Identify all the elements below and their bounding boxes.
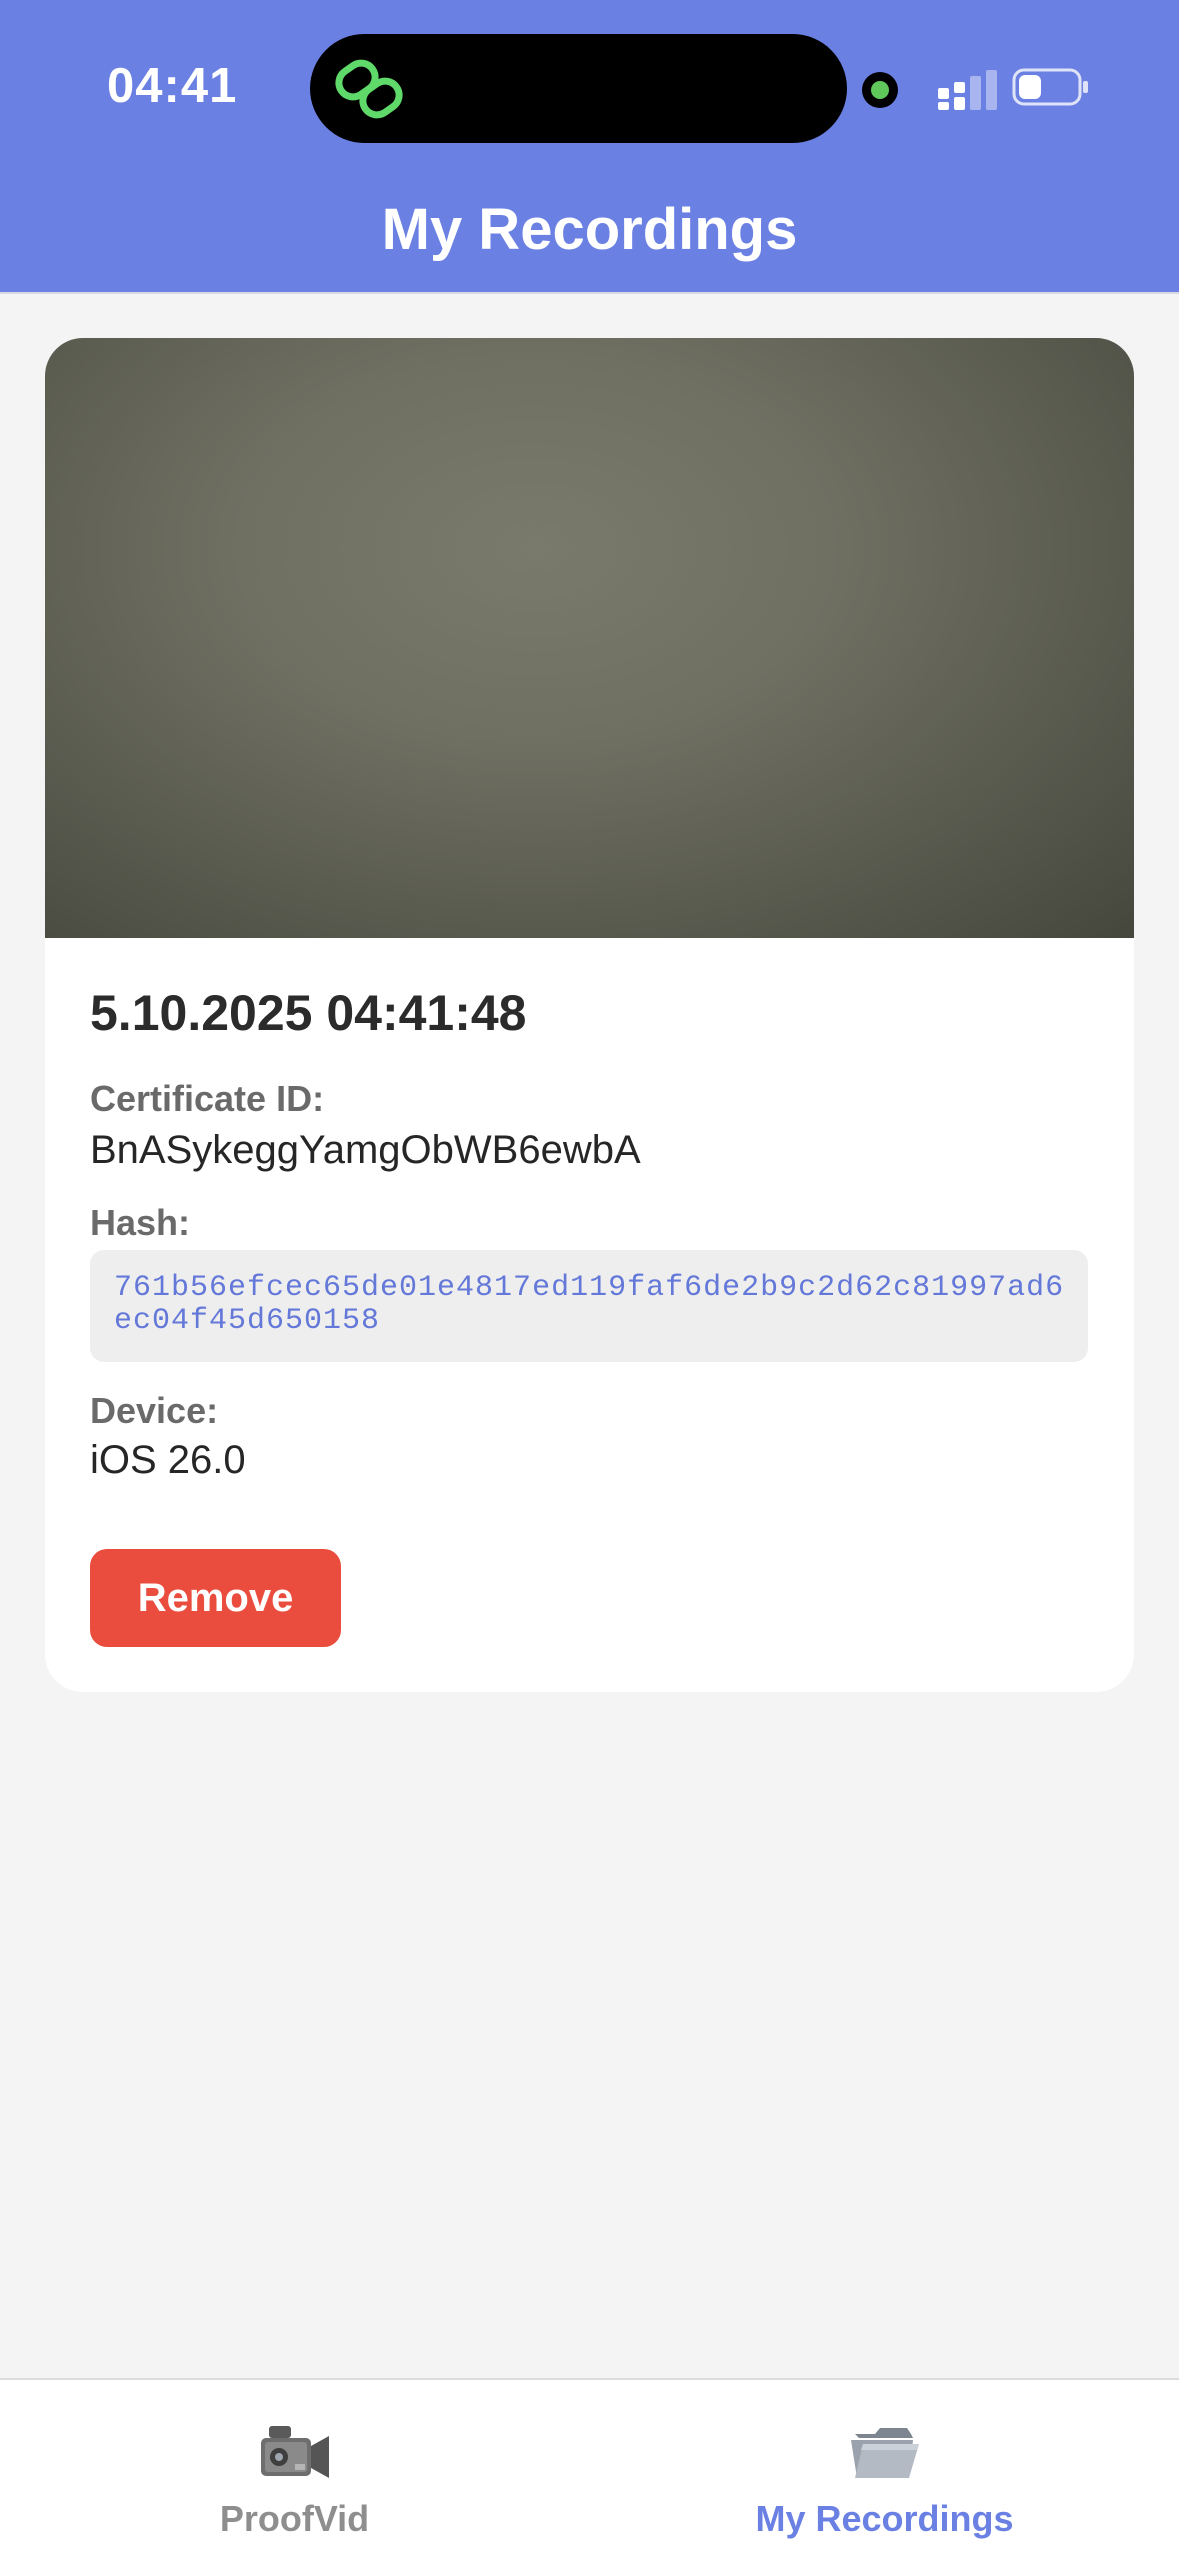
tab-label-my-recordings: My Recordings [755, 2498, 1014, 2539]
tab-bar: ProofVid My Recordings [0, 2378, 1179, 2558]
device-label: Device: [90, 1390, 219, 1431]
recording-card: 5.10.2025 04:41:48 Certificate ID: BnASy… [45, 338, 1134, 1692]
video-camera-icon [260, 2426, 329, 2478]
page-title: My Recordings [381, 197, 798, 262]
tab-proofvid[interactable]: ProofVid [0, 2380, 589, 2558]
tab-label-proofvid: ProofVid [219, 2498, 370, 2539]
certificate-id: BnASykeggYamgObWB6ewbA [90, 1128, 641, 1172]
hash-label: Hash: [90, 1202, 191, 1243]
remove-button[interactable]: Remove [90, 1549, 341, 1647]
app-header: 04:41 My Recordings [0, 0, 1179, 294]
video-thumbnail[interactable] [45, 338, 1134, 938]
folder-icon [850, 2428, 919, 2478]
dynamic-island [310, 34, 847, 143]
device-value: iOS 26.0 [90, 1438, 246, 1482]
hash-value: 761b56efcec65de01e4817ed119faf6de2b9c2d6… [114, 1271, 1065, 1338]
link-icon [335, 59, 403, 119]
tab-my-recordings[interactable]: My Recordings [590, 2380, 1179, 2558]
hash-box: 761b56efcec65de01e4817ed119faf6de2b9c2d6… [90, 1250, 1088, 1362]
cellular-signal-icon [938, 70, 997, 110]
battery-icon [1012, 68, 1088, 106]
recording-datetime: 5.10.2025 04:41:48 [90, 985, 527, 1041]
camera-indicator-icon [862, 72, 898, 108]
status-time: 04:41 [107, 59, 238, 113]
certificate-label: Certificate ID: [90, 1078, 325, 1119]
